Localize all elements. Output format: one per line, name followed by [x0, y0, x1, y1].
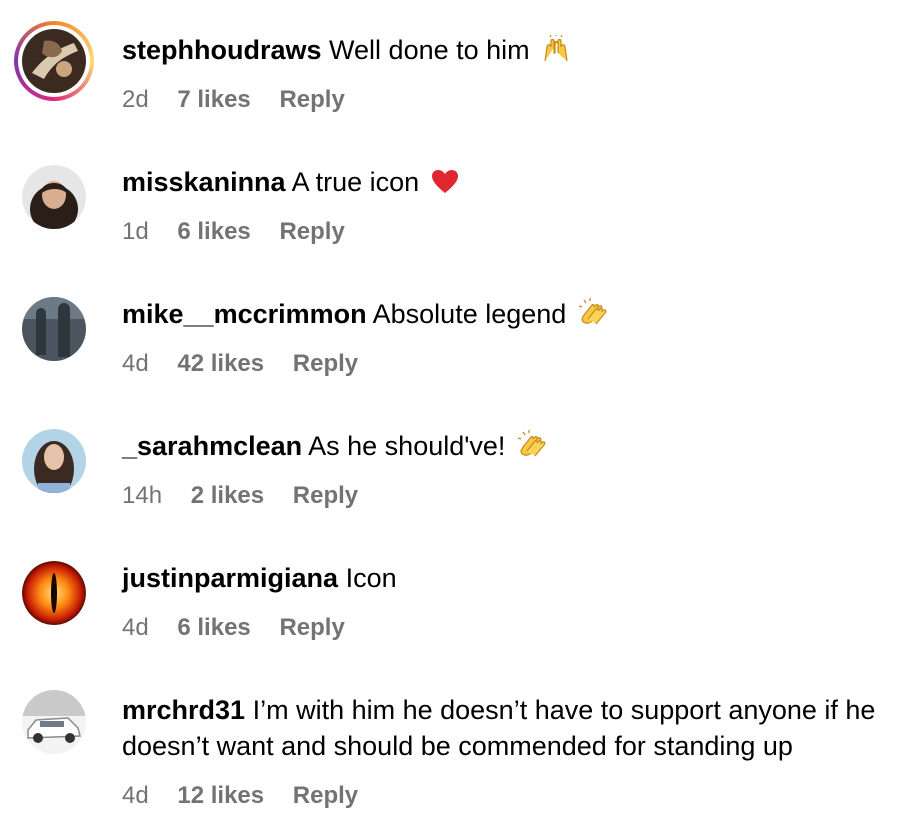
user-photo-icon [22, 561, 86, 625]
avatar[interactable] [22, 297, 86, 361]
comment-body: A true icon [291, 167, 420, 197]
user-photo-icon [22, 29, 86, 93]
comment-time: 4d [122, 350, 149, 377]
comment-meta: 4d 12 likes Reply [122, 781, 380, 811]
user-photo-icon [22, 297, 86, 361]
user-photo-icon [22, 165, 86, 229]
comment-likes[interactable]: 12 likes [177, 782, 264, 809]
comment-time: 14h [122, 482, 163, 509]
comment-likes[interactable]: 2 likes [191, 482, 264, 509]
comment-body: Icon [345, 563, 397, 593]
comment-item: _sarahmclean As he should've! 14h 2 like… [0, 396, 912, 528]
comment-likes[interactable]: 7 likes [177, 86, 250, 113]
user-photo-icon [22, 690, 86, 754]
comment-item: mike__mccrimmon Absolute legend 4d 42 li… [0, 264, 912, 396]
comment-username[interactable]: justinparmigiana [122, 563, 338, 593]
comment-meta: 1d 6 likes Reply [122, 217, 367, 247]
reply-button[interactable]: Reply [293, 782, 358, 809]
comment-likes[interactable]: 6 likes [177, 614, 250, 641]
comment-username[interactable]: mrchrd31 [122, 695, 245, 725]
comment-meta: 4d 6 likes Reply [122, 613, 367, 643]
comment-meta: 14h 2 likes Reply [122, 481, 380, 511]
comment-text: mrchrd31 I’m with him he doesn’t have to… [122, 692, 897, 764]
comment-body: As he should've! [308, 431, 506, 461]
comment-time: 4d [122, 782, 149, 809]
comment-text: justinparmigiana Icon [122, 560, 902, 596]
reply-button[interactable]: Reply [279, 86, 344, 113]
avatar[interactable] [22, 561, 86, 625]
avatar[interactable] [22, 429, 86, 493]
raising-hands-icon [541, 34, 571, 72]
comment-item: justinparmigiana Icon 4d 6 likes Reply [0, 528, 912, 660]
comment-username[interactable]: mike__mccrimmon [122, 299, 367, 329]
user-photo-icon [22, 429, 86, 493]
comment-meta: 4d 42 likes Reply [122, 349, 380, 379]
comment-time: 1d [122, 218, 149, 245]
comment-item: mrchrd31 I’m with him he doesn’t have to… [0, 660, 912, 830]
comment-username[interactable]: stephhoudraws [122, 35, 322, 65]
comment-body: Absolute legend [372, 299, 567, 329]
red-heart-icon [431, 168, 459, 204]
avatar[interactable] [14, 21, 94, 101]
clapping-hands-icon [517, 429, 547, 468]
comment-meta: 2d 7 likes Reply [122, 85, 367, 115]
comment-time: 4d [122, 614, 149, 641]
comment-text: misskaninna A true icon [122, 164, 902, 204]
comment-username[interactable]: misskaninna [122, 167, 286, 197]
reply-button[interactable]: Reply [279, 218, 344, 245]
clapping-hands-icon [578, 297, 608, 336]
avatar[interactable] [22, 690, 86, 754]
reply-button[interactable]: Reply [279, 614, 344, 641]
comment-username[interactable]: _sarahmclean [122, 431, 302, 461]
comment-likes[interactable]: 42 likes [177, 350, 264, 377]
comment-text: stephhoudraws Well done to him [122, 32, 902, 72]
comment-time: 2d [122, 86, 149, 113]
comment-item: stephhoudraws Well done to him 2d 7 like… [0, 0, 912, 132]
comment-likes[interactable]: 6 likes [177, 218, 250, 245]
comment-item: misskaninna A true icon 1d 6 likes Reply [0, 132, 912, 264]
reply-button[interactable]: Reply [293, 482, 358, 509]
avatar[interactable] [22, 165, 86, 229]
comment-text: _sarahmclean As he should've! [122, 428, 902, 468]
comment-body: Well done to him [329, 35, 530, 65]
comment-text: mike__mccrimmon Absolute legend [122, 296, 902, 336]
reply-button[interactable]: Reply [293, 350, 358, 377]
